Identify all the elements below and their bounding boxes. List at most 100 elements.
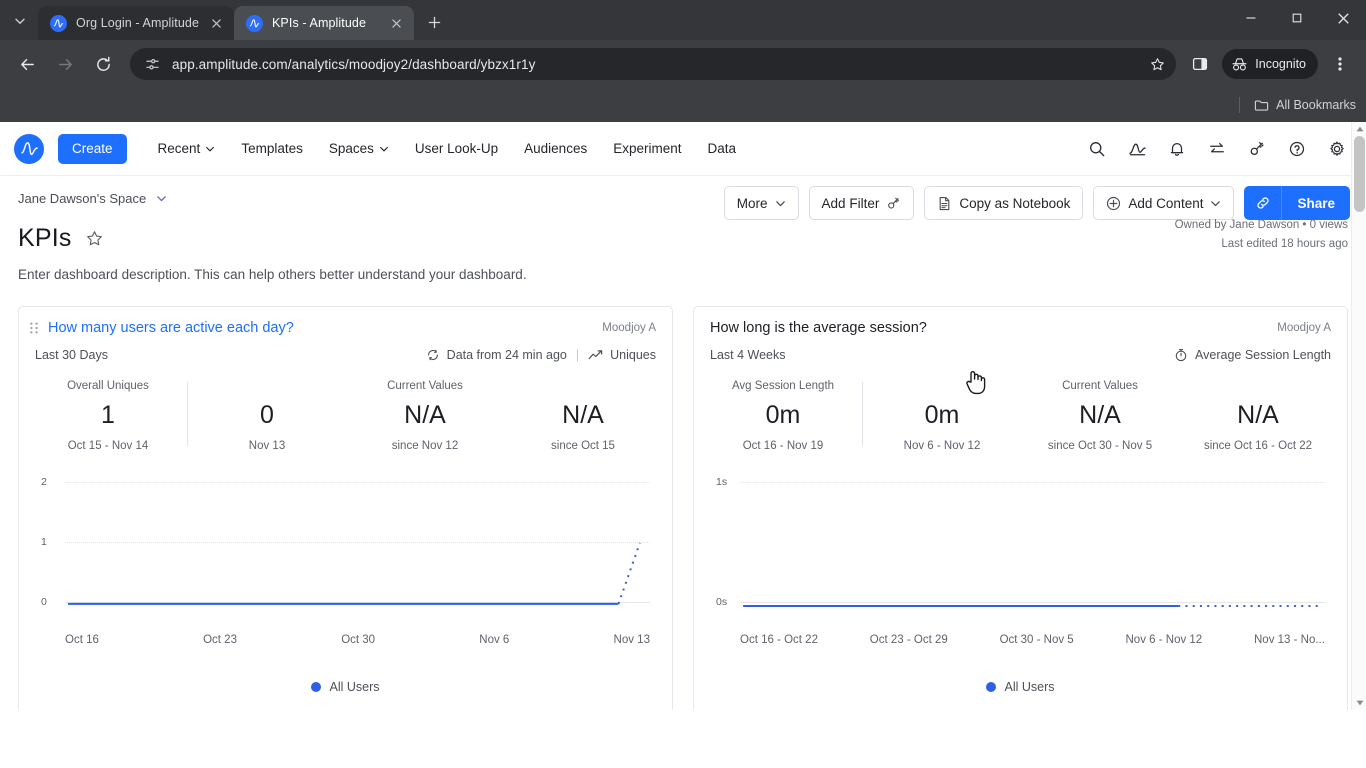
card-refresh-text: Data from 24 min ago xyxy=(446,348,567,362)
chart-legend[interactable]: All Users xyxy=(694,680,1347,694)
window-minimize-icon[interactable] xyxy=(1228,0,1274,36)
breadcrumb-space-label: Jane Dawson's Space xyxy=(18,190,147,206)
browser-tab-org-login[interactable]: Org Login - Amplitude xyxy=(38,6,234,40)
nav-item-spaces[interactable]: Spaces xyxy=(316,132,402,166)
add-filter-label: Add Filter xyxy=(821,195,880,211)
chart-legend[interactable]: All Users xyxy=(19,680,672,694)
help-icon[interactable] xyxy=(1282,134,1312,164)
current-values-label: Current Values xyxy=(387,380,463,392)
current-values-group: Current Values 0m Nov 6 - Nov 12 N/A sin… xyxy=(863,380,1337,452)
x-tick: Oct 23 xyxy=(203,634,237,646)
stat-overall: Overall Uniques 1 Oct 15 - Nov 14 xyxy=(29,380,187,452)
owner-views-text: Owned by Jane Dawson • 0 views xyxy=(1174,219,1348,231)
card-title-link[interactable]: How many users are active each day? xyxy=(48,320,294,336)
page-scrollbar[interactable] xyxy=(1351,122,1366,710)
card-stats: Overall Uniques 1 Oct 15 - Nov 14 Curren… xyxy=(19,362,672,452)
chevron-down-icon xyxy=(206,146,215,151)
compare-icon[interactable] xyxy=(1202,134,1232,164)
x-axis-ticks: Oct 16 - Oct 22 Oct 23 - Oct 29 Oct 30 -… xyxy=(740,634,1325,646)
line-chart-daily-active-users[interactable]: 2 1 0 Oct 16 Oct 23 Oct 30 Nov 6 Nov 13 xyxy=(41,476,650,646)
gear-icon[interactable] xyxy=(1322,134,1352,164)
nav-item-experiment[interactable]: Experiment xyxy=(600,132,694,166)
x-tick: Nov 6 - Nov 12 xyxy=(1125,634,1203,646)
nav-item-user-look-up[interactable]: User Look-Up xyxy=(402,132,511,166)
site-settings-icon[interactable] xyxy=(142,54,162,74)
ai-wand-icon[interactable] xyxy=(1242,134,1272,164)
x-tick: Oct 16 xyxy=(65,634,99,646)
scroll-up-arrow-icon[interactable] xyxy=(1352,122,1366,136)
tab-list-chevron-down-icon[interactable] xyxy=(6,7,34,35)
tab-close-icon[interactable] xyxy=(387,14,406,33)
analytics-icon[interactable] xyxy=(1122,134,1152,164)
copy-link-button[interactable] xyxy=(1244,186,1283,220)
bookmark-star-icon[interactable] xyxy=(1144,51,1170,77)
window-close-icon[interactable] xyxy=(1320,0,1366,36)
stat-current-1: N/A since Nov 12 xyxy=(346,392,504,452)
more-button[interactable]: More xyxy=(723,186,799,220)
page-title: KPIs xyxy=(18,224,72,252)
back-arrow-icon[interactable] xyxy=(11,48,43,80)
card-header: How many users are active each day? Mood… xyxy=(19,307,672,362)
incognito-icon xyxy=(1232,57,1247,71)
scrollbar-thumb[interactable] xyxy=(1354,136,1365,212)
add-filter-button[interactable]: Add Filter xyxy=(808,186,915,220)
stat-value: 1 xyxy=(101,401,115,429)
new-tab-plus-icon[interactable] xyxy=(420,8,448,36)
card-title-row: How long is the average session? Moodjoy… xyxy=(710,320,1331,336)
nav-item-recent[interactable]: Recent xyxy=(145,132,229,166)
browser-tab-kpis[interactable]: KPIs - Amplitude xyxy=(234,6,414,40)
stat-subtext: Oct 15 - Nov 14 xyxy=(67,440,149,452)
nav-item-data[interactable]: Data xyxy=(694,132,749,166)
breadcrumb-chevron-down-icon[interactable] xyxy=(156,193,167,204)
tab-title: Org Login - Amplitude xyxy=(76,16,199,30)
x-tick: Nov 6 xyxy=(479,634,510,646)
refresh-icon[interactable] xyxy=(426,348,440,362)
nav-item-audiences[interactable]: Audiences xyxy=(511,132,600,166)
stat-current-0: 0m Nov 6 - Nov 12 xyxy=(863,392,1021,452)
dashboard-description[interactable]: Enter dashboard description. This can he… xyxy=(18,267,1350,282)
amplitude-logo-icon[interactable] xyxy=(14,133,44,164)
chart-card-daily-active-users[interactable]: How many users are active each day? Mood… xyxy=(18,306,673,710)
card-title-link[interactable]: How long is the average session? xyxy=(710,320,927,336)
bell-icon[interactable] xyxy=(1162,134,1192,164)
stat-value: N/A xyxy=(1079,401,1121,429)
favorite-star-icon[interactable] xyxy=(86,230,103,247)
stat-subtext: since Oct 16 - Oct 22 xyxy=(1203,440,1312,452)
stat-subtext: Nov 13 xyxy=(248,440,286,452)
legend-label: All Users xyxy=(1004,680,1055,694)
reload-icon[interactable] xyxy=(87,48,119,80)
document-icon xyxy=(937,196,952,211)
stat-value: 0m xyxy=(924,401,960,429)
add-content-button[interactable]: Add Content xyxy=(1093,186,1235,220)
tab-close-icon[interactable] xyxy=(207,14,226,33)
scroll-down-arrow-icon[interactable] xyxy=(1352,696,1366,710)
forward-arrow-icon[interactable] xyxy=(49,48,81,80)
share-button[interactable]: Share xyxy=(1282,186,1350,220)
x-tick: Nov 13 - No... xyxy=(1254,634,1325,646)
stat-value: 0 xyxy=(260,401,274,429)
search-icon[interactable] xyxy=(1082,134,1112,164)
line-chart-average-session[interactable]: 1s 0s Oct 16 - Oct 22 Oct 23 - Oct 29 Oc… xyxy=(716,476,1325,646)
incognito-indicator[interactable]: Incognito xyxy=(1222,49,1318,79)
browser-menu-three-dot-icon[interactable] xyxy=(1324,48,1356,80)
address-bar[interactable]: app.amplitude.com/analytics/moodjoy2/das… xyxy=(130,48,1177,80)
y-tick: 1 xyxy=(41,536,47,548)
chart-card-average-session[interactable]: How long is the average session? Moodjoy… xyxy=(693,306,1348,710)
x-tick: Oct 16 - Oct 22 xyxy=(740,634,818,646)
chevron-down-icon xyxy=(775,198,786,209)
legend-color-dot xyxy=(986,682,997,692)
create-button[interactable]: Create xyxy=(58,133,127,164)
stat-subtext: since Nov 12 xyxy=(391,440,459,452)
nav-item-label: Experiment xyxy=(613,141,682,156)
all-bookmarks-button[interactable]: All Bookmarks xyxy=(1254,98,1356,113)
card-meta-divider: | xyxy=(575,348,580,362)
nav-item-label: Spaces xyxy=(328,141,374,156)
copy-as-notebook-button[interactable]: Copy as Notebook xyxy=(924,186,1084,220)
side-panel-icon[interactable] xyxy=(1184,48,1216,80)
nav-item-templates[interactable]: Templates xyxy=(228,132,316,166)
nav-item-label: Recent xyxy=(157,141,201,156)
y-tick: 1s xyxy=(716,476,728,488)
x-tick: Oct 23 - Oct 29 xyxy=(869,634,948,646)
drag-handle-icon[interactable] xyxy=(29,321,39,335)
window-maximize-icon[interactable] xyxy=(1274,0,1320,36)
